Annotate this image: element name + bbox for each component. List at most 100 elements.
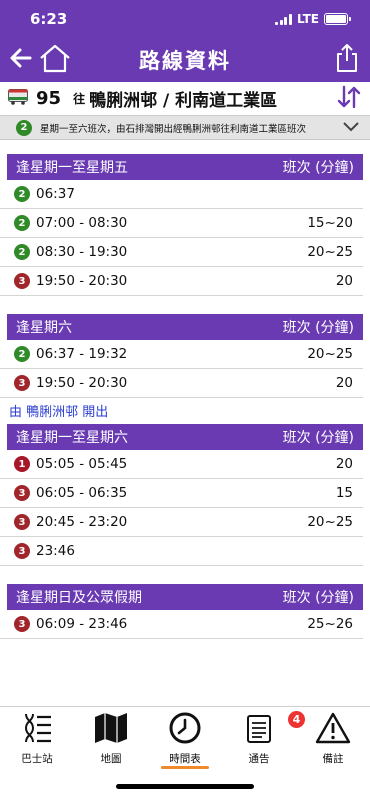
variant-badge: 1 — [14, 456, 30, 472]
status-icons: LTE — [275, 12, 351, 26]
schedule-row: 1 05:05 - 05:45 20 — [0, 450, 363, 479]
schedule-row: 2 06:37 — [0, 180, 363, 209]
schedule-section: 逢星期六 班次 (分鐘) 2 06:37 - 19:32 20~25 3 19:50 - 2… — [0, 314, 370, 398]
variant-badge: 3 — [14, 543, 30, 559]
schedule-section: 逢星期一至星期六 班次 (分鐘) 1 05:05 - 05:45 20 3 06:05 - … — [0, 424, 370, 566]
top-bar: 6:23 LTE 路線資料 — [0, 0, 370, 82]
route-number: 95 — [36, 88, 62, 109]
swap-direction-icon[interactable] — [336, 84, 362, 114]
variant-badge: 3 — [14, 375, 30, 391]
departure-time: 23:46 — [36, 543, 75, 559]
home-icon[interactable] — [38, 43, 72, 77]
variant-badge: 2 — [14, 244, 30, 260]
frequency-value: 15~20 — [307, 215, 353, 231]
variant-badge: 3 — [14, 616, 30, 632]
frequency-header: 班次 (分鐘) — [282, 430, 354, 446]
schedule-group-outbound: 逢星期一至星期六 班次 (分鐘) 1 05:05 - 05:45 20 3 06:05 - … — [0, 420, 370, 639]
variant-badge: 2 — [14, 346, 30, 362]
variant-badge: 2 — [16, 119, 32, 136]
status-bar: 6:23 LTE — [0, 0, 370, 38]
frequency-value: 20~25 — [307, 244, 353, 260]
tab-clock[interactable]: 時間表 — [148, 707, 222, 771]
active-tab-indicator — [161, 766, 209, 769]
frequency-header: 班次 (分鐘) — [282, 590, 354, 606]
schedule-row: 3 23:46 — [0, 537, 363, 566]
section-header: 逢星期六 班次 (分鐘) — [7, 314, 363, 340]
variant-text: 星期一至六班次，由石排灣開出經鴨脷洲邨往利南道工業區班次 — [40, 123, 307, 135]
frequency-value: 20 — [335, 273, 353, 289]
route-destination: 鴨脷洲邨 / 利南道工業區 — [89, 91, 278, 111]
variant-selector[interactable]: 2 星期一至六班次，由石排灣開出經鴨脷洲邨往利南道工業區班次 — [0, 116, 370, 140]
section-title: 逢星期一至星期五 — [16, 160, 128, 176]
departure-time: 05:05 - 05:45 — [36, 456, 128, 472]
direction-label: 由 鴨脷洲邨 開出 — [9, 405, 109, 420]
tab-bus-stop[interactable]: 巴士站 — [0, 707, 74, 771]
share-icon[interactable] — [336, 43, 358, 77]
tab-warning[interactable]: 備註 — [296, 707, 370, 771]
schedule-row: 3 06:09 - 23:46 25~26 — [0, 610, 363, 639]
route-row: 95 往 鴨脷洲邨 / 利南道工業區 — [0, 82, 370, 116]
tab-label: 時間表 — [169, 753, 201, 765]
schedule-section: 逢星期日及公眾假期 班次 (分鐘) 3 06:09 - 23:46 25~26 — [0, 584, 370, 639]
home-indicator — [116, 784, 254, 789]
tab-map[interactable]: 地圖 — [74, 707, 148, 771]
tab-notice[interactable]: 4 通告 — [222, 707, 305, 771]
schedule-row: 3 19:50 - 20:30 20 — [0, 369, 363, 398]
departure-time: 06:37 - 19:32 — [36, 346, 128, 362]
schedule-row: 3 06:05 - 06:35 15 — [0, 479, 363, 508]
schedule-row: 3 19:50 - 20:30 20 — [0, 267, 363, 296]
warning-icon — [315, 711, 351, 748]
departure-time: 19:50 - 20:30 — [36, 375, 128, 391]
variant-badge: 3 — [14, 273, 30, 289]
status-time: 6:23 — [30, 10, 68, 28]
tab-label: 通告 — [248, 753, 270, 765]
schedule-row: 2 07:00 - 08:30 15~20 — [0, 209, 363, 238]
page-title: 路線資料 — [139, 49, 231, 73]
section-title: 逢星期一至星期六 — [16, 430, 128, 446]
departure-time: 06:05 - 06:35 — [36, 485, 128, 501]
section-header: 逢星期一至星期六 班次 (分鐘) — [7, 424, 363, 450]
chevron-down-icon[interactable] — [342, 120, 360, 135]
frequency-value: 20~25 — [307, 346, 353, 362]
section-title: 逢星期日及公眾假期 — [16, 590, 142, 606]
variant-badge: 2 — [14, 215, 30, 231]
signal-icon — [275, 13, 292, 25]
title-bar: 路線資料 — [0, 38, 370, 82]
departure-time: 20:45 - 23:20 — [36, 514, 128, 530]
departure-time: 19:50 - 20:30 — [36, 273, 128, 289]
back-arrow-icon[interactable] — [8, 45, 34, 75]
schedule-row: 3 20:45 - 23:20 20~25 — [0, 508, 363, 537]
frequency-value: 20~25 — [307, 514, 353, 530]
network-label: LTE — [296, 12, 319, 26]
schedule-row: 2 08:30 - 19:30 20~25 — [0, 238, 363, 267]
frequency-value: 20 — [335, 375, 353, 391]
tab-label: 地圖 — [100, 753, 122, 765]
variant-badge: 3 — [14, 485, 30, 501]
variant-badge: 2 — [14, 186, 30, 202]
frequency-header: 班次 (分鐘) — [282, 320, 354, 336]
bus-icon — [8, 88, 28, 109]
map-icon — [93, 711, 129, 748]
variant-badge: 3 — [14, 514, 30, 530]
schedule-group-inbound: 逢星期一至星期五 班次 (分鐘) 2 06:37 2 07:00 - 08:30 15~20… — [0, 140, 370, 398]
clock-icon — [168, 711, 202, 748]
frequency-value: 25~26 — [307, 616, 353, 632]
route-to-prefix: 往 — [73, 92, 86, 106]
section-header: 逢星期日及公眾假期 班次 (分鐘) — [7, 584, 363, 610]
schedule-row: 2 06:37 - 19:32 20~25 — [0, 340, 363, 369]
tab-label: 備註 — [322, 753, 344, 765]
notice-icon: 4 — [244, 711, 305, 748]
bus-stop-icon — [20, 711, 54, 748]
departure-time: 08:30 - 19:30 — [36, 244, 128, 260]
tab-label: 巴士站 — [21, 753, 53, 765]
departure-time: 06:09 - 23:46 — [36, 616, 128, 632]
frequency-header: 班次 (分鐘) — [282, 160, 354, 176]
frequency-value: 15 — [335, 485, 353, 501]
section-header: 逢星期一至星期五 班次 (分鐘) — [7, 154, 363, 180]
section-title: 逢星期六 — [16, 320, 72, 336]
frequency-value: 20 — [335, 456, 353, 472]
departure-time: 07:00 - 08:30 — [36, 215, 128, 231]
battery-icon — [324, 13, 351, 25]
schedule-section: 逢星期一至星期五 班次 (分鐘) 2 06:37 2 07:00 - 08:30 15~20… — [0, 154, 370, 296]
departure-time: 06:37 — [36, 186, 75, 202]
